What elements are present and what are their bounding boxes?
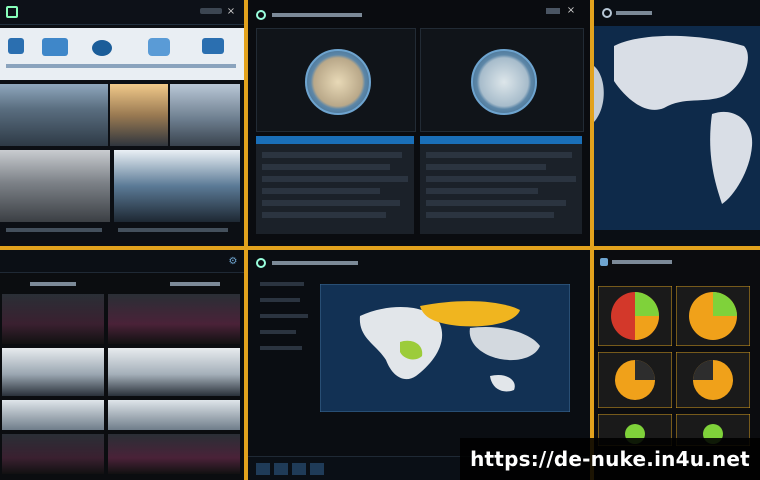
radar-dial-icon	[305, 49, 371, 115]
feed-status-row	[118, 228, 228, 232]
table-row[interactable]	[262, 164, 390, 170]
table-row[interactable]	[426, 164, 546, 170]
frame-divider-vertical	[590, 0, 594, 480]
control-button[interactable]	[310, 463, 324, 475]
panel-camera-grid: ⚙	[0, 250, 244, 480]
video-wall: × × ⚙ https://de-nuke.in4u.net	[0, 0, 760, 480]
chart-tile-2[interactable]	[676, 286, 750, 346]
table-row[interactable]	[426, 188, 538, 194]
toolbar-icon-5[interactable]	[202, 38, 224, 54]
close-icon[interactable]: ×	[226, 6, 236, 17]
table-row[interactable]	[426, 212, 554, 218]
control-button[interactable]	[256, 463, 270, 475]
camera-feed[interactable]	[2, 294, 104, 344]
camera-feed[interactable]	[2, 348, 104, 396]
table-header	[420, 136, 582, 144]
toolbar-label-row	[6, 64, 236, 68]
camera-group-label	[30, 282, 76, 286]
window-controls-icon[interactable]	[546, 8, 560, 14]
watermark-banner: https://de-nuke.in4u.net	[460, 438, 760, 480]
panel-titlebar	[0, 250, 244, 273]
camera-feed[interactable]	[108, 348, 240, 396]
table-row[interactable]	[262, 200, 400, 206]
app-logo-icon	[256, 258, 266, 268]
control-button[interactable]	[292, 463, 306, 475]
close-icon[interactable]: ×	[566, 5, 576, 16]
chart-tile-4[interactable]	[676, 352, 750, 408]
toolbar-strip	[0, 28, 244, 80]
panel-title-row	[272, 13, 362, 17]
layer-item[interactable]	[260, 314, 308, 318]
world-map-view[interactable]	[594, 26, 760, 236]
camera-feed-office-2[interactable]	[114, 150, 240, 222]
data-table-right[interactable]	[420, 136, 582, 234]
camera-feed[interactable]	[108, 294, 240, 344]
table-row[interactable]	[262, 212, 386, 218]
camera-feed-building-3[interactable]	[170, 84, 240, 146]
app-logo-icon	[256, 10, 266, 20]
table-row[interactable]	[262, 188, 380, 194]
window-controls-icon[interactable]	[200, 8, 222, 14]
panel-title-row	[272, 261, 358, 265]
app-logo-icon	[600, 258, 608, 266]
layer-item[interactable]	[260, 282, 304, 286]
gear-icon[interactable]: ⚙	[228, 256, 238, 267]
map-status-strip	[594, 230, 760, 246]
feed-status-row	[6, 228, 102, 232]
layer-item[interactable]	[260, 346, 302, 350]
toolbar-icon-1[interactable]	[8, 38, 24, 54]
toolbar-icon-2[interactable]	[42, 38, 68, 56]
camera-feed[interactable]	[108, 434, 240, 474]
panel-office-feeds: ×	[0, 0, 244, 246]
table-row[interactable]	[426, 176, 576, 182]
camera-feed-office-1[interactable]	[0, 150, 110, 222]
radar-view-left[interactable]	[256, 28, 416, 132]
toolbar-icon-4[interactable]	[148, 38, 170, 56]
data-table-left[interactable]	[256, 136, 414, 234]
table-row[interactable]	[262, 152, 402, 158]
layer-item[interactable]	[260, 330, 296, 334]
watermark-url: https://de-nuke.in4u.net	[470, 447, 750, 471]
global-map-view[interactable]	[320, 284, 570, 412]
radar-dial-icon	[471, 49, 537, 115]
camera-feed[interactable]	[2, 400, 104, 430]
radar-view-right[interactable]	[420, 28, 584, 132]
control-button[interactable]	[274, 463, 288, 475]
globe-icon	[602, 8, 612, 18]
panel-world-map	[594, 0, 760, 246]
chart-tile-3[interactable]	[598, 352, 672, 408]
camera-feed[interactable]	[108, 400, 240, 430]
camera-feed[interactable]	[2, 434, 104, 474]
table-row[interactable]	[426, 152, 572, 158]
camera-group-label	[170, 282, 220, 286]
table-row[interactable]	[426, 200, 566, 206]
app-logo-icon	[6, 6, 18, 18]
camera-feed-building-1[interactable]	[0, 84, 108, 146]
frame-divider-horizontal	[0, 246, 760, 250]
layer-item[interactable]	[260, 298, 300, 302]
frame-divider-vertical	[244, 0, 248, 480]
layer-list	[254, 276, 318, 456]
panel-title-row	[616, 11, 652, 15]
table-header	[256, 136, 414, 144]
chart-tile-1[interactable]	[598, 286, 672, 346]
camera-feed-building-2[interactable]	[110, 84, 168, 146]
panel-data-monitor: ×	[248, 0, 590, 246]
panel-title-row	[612, 260, 672, 264]
table-row[interactable]	[262, 176, 408, 182]
toolbar-icon-3[interactable]	[92, 40, 112, 56]
